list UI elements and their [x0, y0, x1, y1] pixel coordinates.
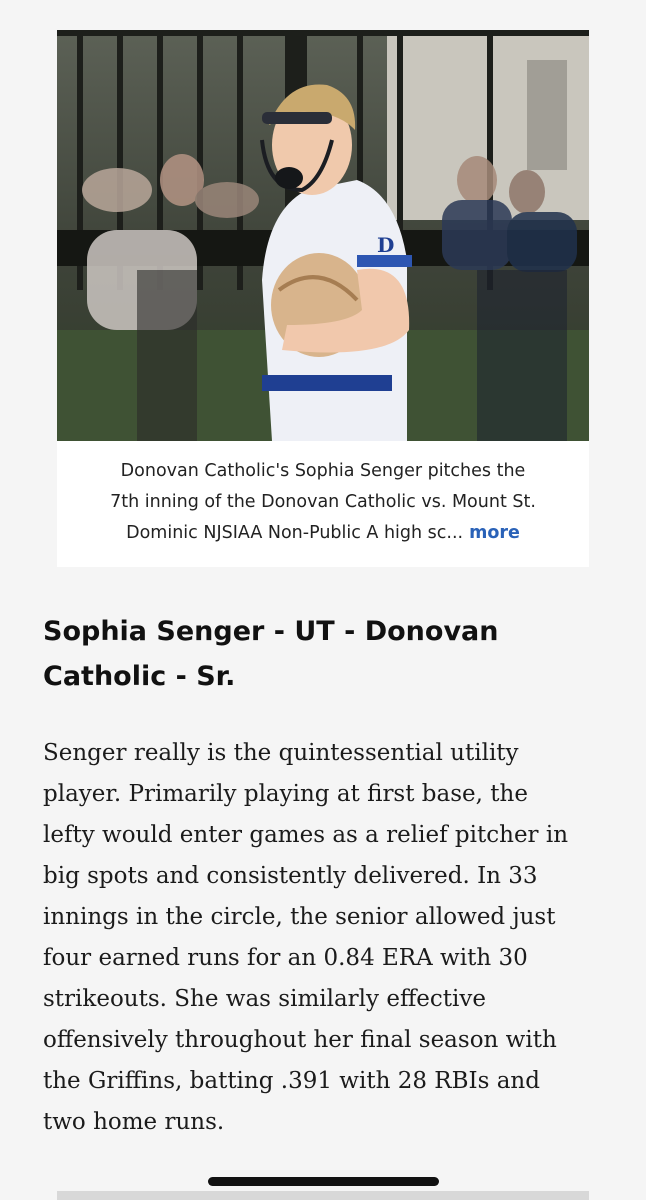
body-line: player. Primarily playing at first base,…: [43, 781, 528, 807]
photo-card: D Donovan Catholic's Sophia Senger pitch…: [57, 30, 589, 567]
headline-line: Sophia Senger - UT - Donovan: [43, 616, 499, 647]
body-line: innings in the circle, the senior allowe…: [43, 904, 556, 930]
softball-pitcher-photo[interactable]: D: [57, 30, 589, 441]
caption-line-last: Dominic NJSIAA Non-Public A high sc... mo…: [71, 518, 575, 549]
body-line: four earned runs for an 0.84 ERA with 30: [43, 945, 528, 971]
body-line: two home runs.: [43, 1109, 225, 1135]
caption-line: 7th inning of the Donovan Catholic vs. M…: [110, 492, 536, 512]
more-link[interactable]: more: [469, 523, 520, 543]
headline-line: Catholic - Sr.: [43, 661, 236, 692]
body-line: strikeouts. She was similarly effective: [43, 986, 486, 1012]
jersey-letter: D: [377, 233, 394, 257]
body-line: offensively throughout her final season …: [43, 1027, 557, 1053]
body-line: big spots and consistently delivered. In…: [43, 863, 538, 889]
body-line: Senger really is the quintessential util…: [43, 740, 519, 766]
article-subheading: Sophia Senger - UT - Donovan Catholic - …: [43, 609, 613, 699]
home-indicator[interactable]: [208, 1177, 439, 1186]
photo-caption: Donovan Catholic's Sophia Senger pitches…: [71, 456, 575, 549]
caption-line: Donovan Catholic's Sophia Senger pitches…: [120, 461, 526, 481]
article-paragraph: Senger really is the quintessential util…: [43, 733, 613, 1143]
body-line: the Griffins, batting .391 with 28 RBIs …: [43, 1068, 540, 1094]
body-line: lefty would enter games as a relief pitc…: [43, 822, 569, 848]
next-photo-card: [57, 1191, 589, 1200]
caption-line-text: Dominic NJSIAA Non-Public A high sc...: [126, 523, 464, 543]
